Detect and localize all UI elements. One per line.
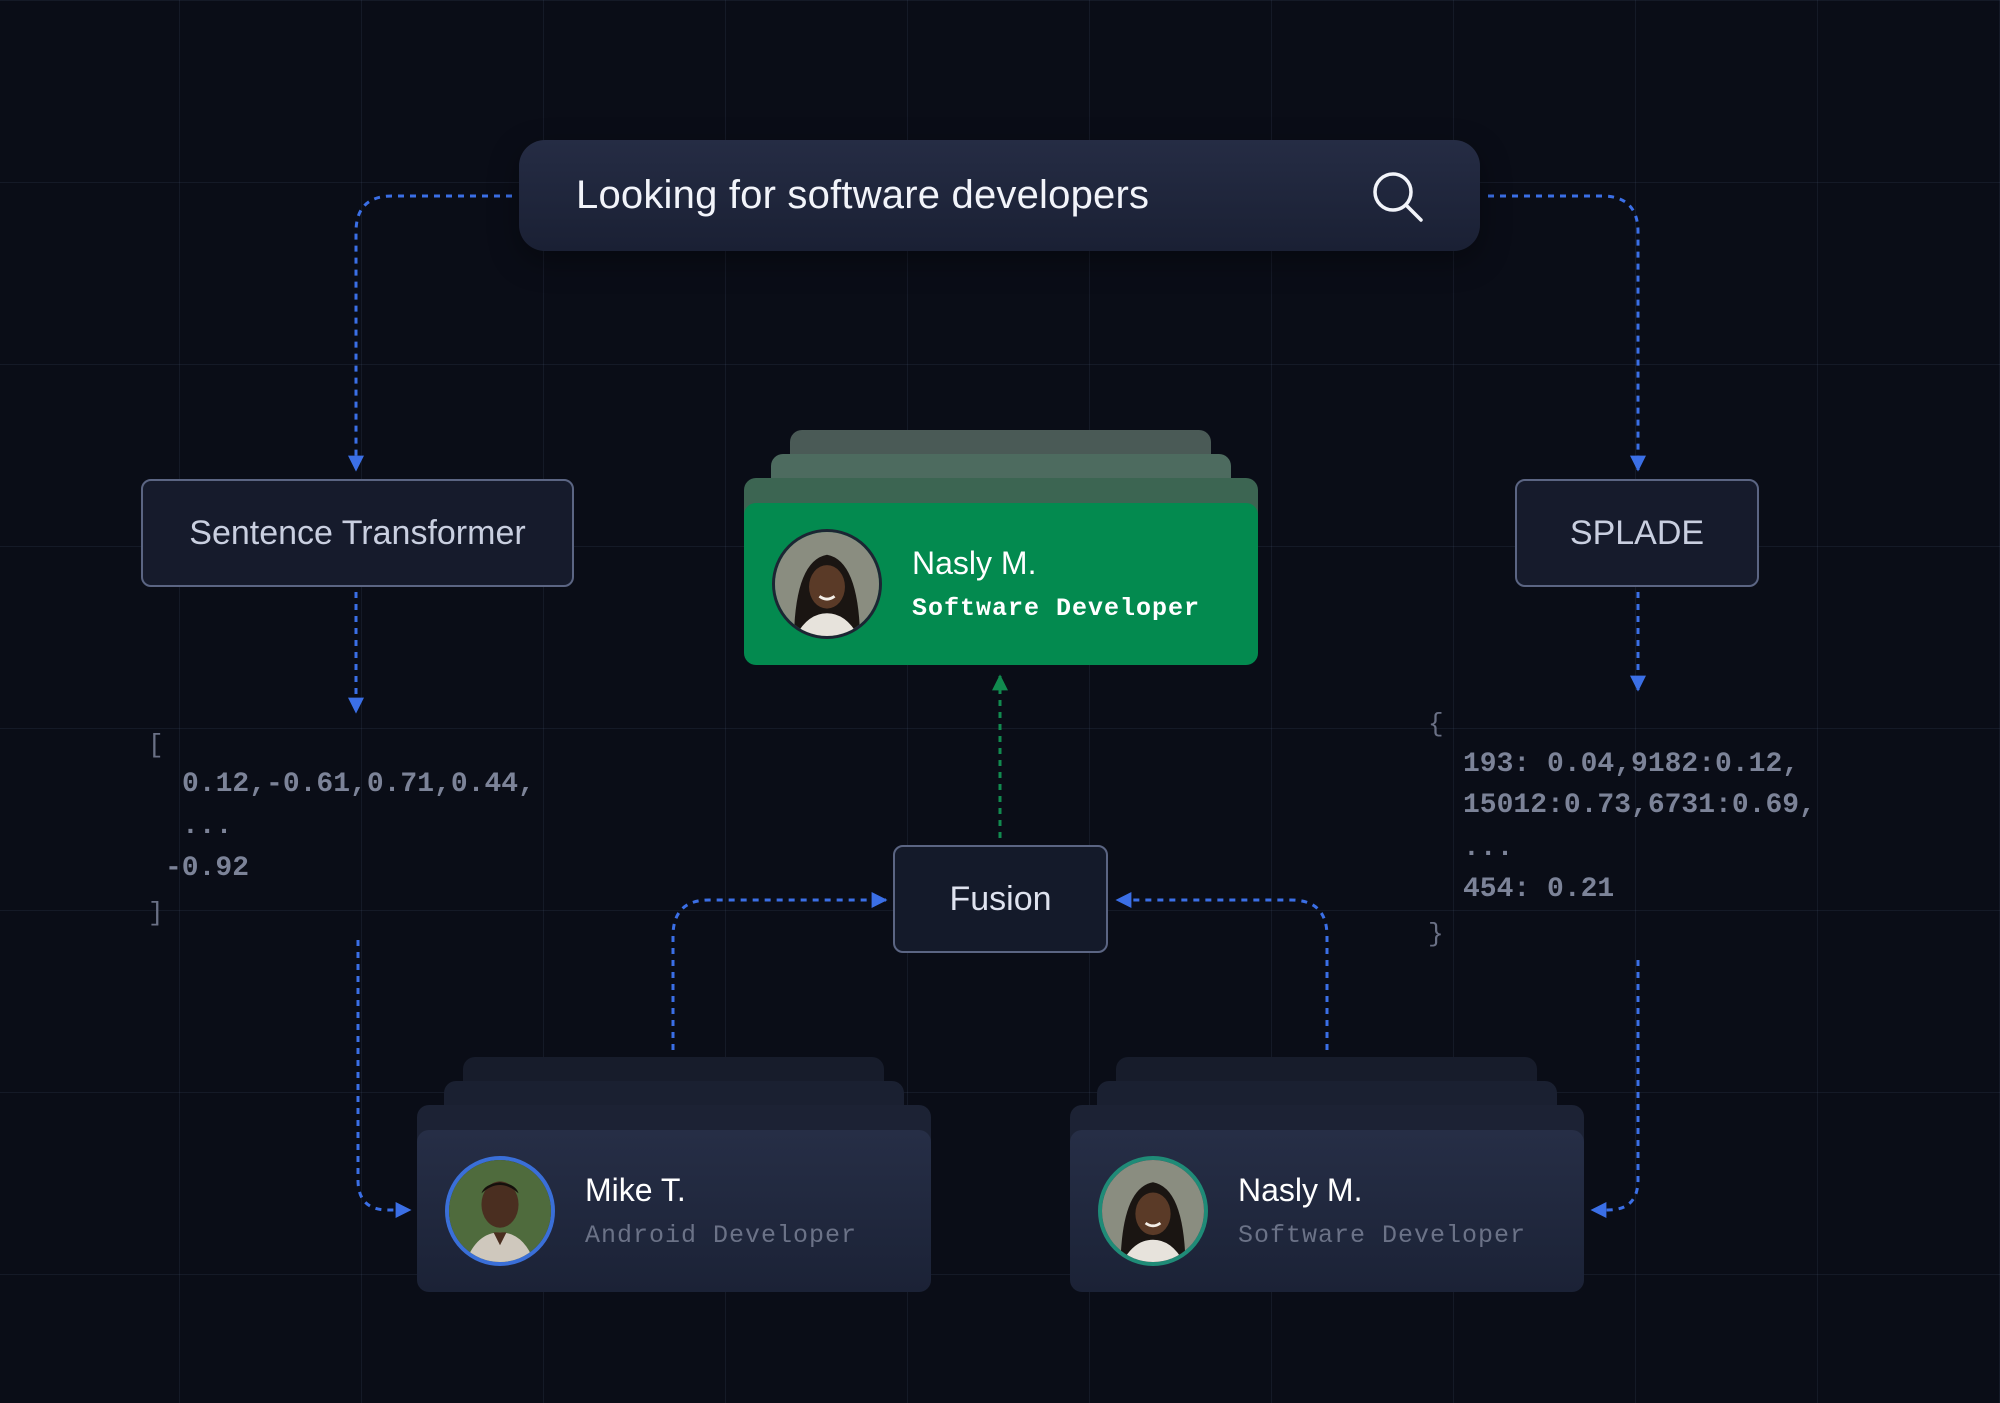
dense-vector-ellipsis: ... bbox=[182, 811, 233, 842]
avatar bbox=[772, 529, 882, 639]
dense-vector-line: 0.12,-0.61,0.71,0.44, bbox=[182, 769, 535, 800]
arrow-query-to-sparse bbox=[1488, 194, 1646, 472]
splade-box: SPLADE bbox=[1515, 479, 1759, 587]
sparse-vector-close: } bbox=[1428, 919, 1444, 949]
search-icon[interactable] bbox=[1370, 169, 1424, 223]
fused-result-stack: Nasly M. Software Developer bbox=[744, 430, 1258, 665]
sparse-result-stack: Nasly M. Software Developer bbox=[1070, 1057, 1584, 1292]
sparse-vector-open: { bbox=[1428, 709, 1444, 739]
dense-vector-line: -0.92 bbox=[165, 853, 250, 884]
sparse-vector-line: 15012:0.73,6731:0.69, bbox=[1463, 790, 1816, 821]
arrow-dense-vector-to-result bbox=[356, 940, 412, 1218]
dense-vector-open: [ bbox=[148, 730, 164, 760]
sparse-vector-line: 193: 0.04,9182:0.12, bbox=[1463, 749, 1800, 780]
fusion-box: Fusion bbox=[893, 845, 1108, 953]
search-bar[interactable]: Looking for software developers bbox=[519, 140, 1480, 251]
dense-result-stack: Mike T. Android Developer bbox=[417, 1057, 931, 1292]
dense-vector-close: ] bbox=[148, 898, 164, 928]
arrow-sparse-vector-to-result bbox=[1590, 960, 1640, 1218]
arrow-dense-result-to-fusion bbox=[671, 892, 888, 1050]
search-query[interactable]: Looking for software developers bbox=[576, 173, 1370, 218]
avatar bbox=[1098, 1156, 1208, 1266]
result-role: Software Developer bbox=[912, 594, 1201, 623]
sentence-transformer-box: Sentence Transformer bbox=[141, 479, 574, 587]
sparse-result-card[interactable]: Nasly M. Software Developer bbox=[1070, 1130, 1584, 1292]
result-role: Android Developer bbox=[585, 1221, 858, 1250]
result-role: Software Developer bbox=[1238, 1221, 1527, 1250]
fused-result-card[interactable]: Nasly M. Software Developer bbox=[744, 503, 1258, 665]
result-name: Nasly M. bbox=[912, 545, 1037, 581]
result-name: Mike T. bbox=[585, 1172, 686, 1208]
avatar bbox=[445, 1156, 555, 1266]
arrow-query-to-dense bbox=[348, 194, 512, 472]
hybrid-search-diagram: Looking for software developers Sentence… bbox=[0, 0, 2000, 1403]
sparse-vector-ellipsis: ... bbox=[1463, 833, 1514, 864]
dense-result-card[interactable]: Mike T. Android Developer bbox=[417, 1130, 931, 1292]
sparse-vector-line: 454: 0.21 bbox=[1463, 874, 1615, 905]
result-name: Nasly M. bbox=[1238, 1172, 1363, 1208]
arrow-sparse-result-to-fusion bbox=[1115, 892, 1329, 1050]
